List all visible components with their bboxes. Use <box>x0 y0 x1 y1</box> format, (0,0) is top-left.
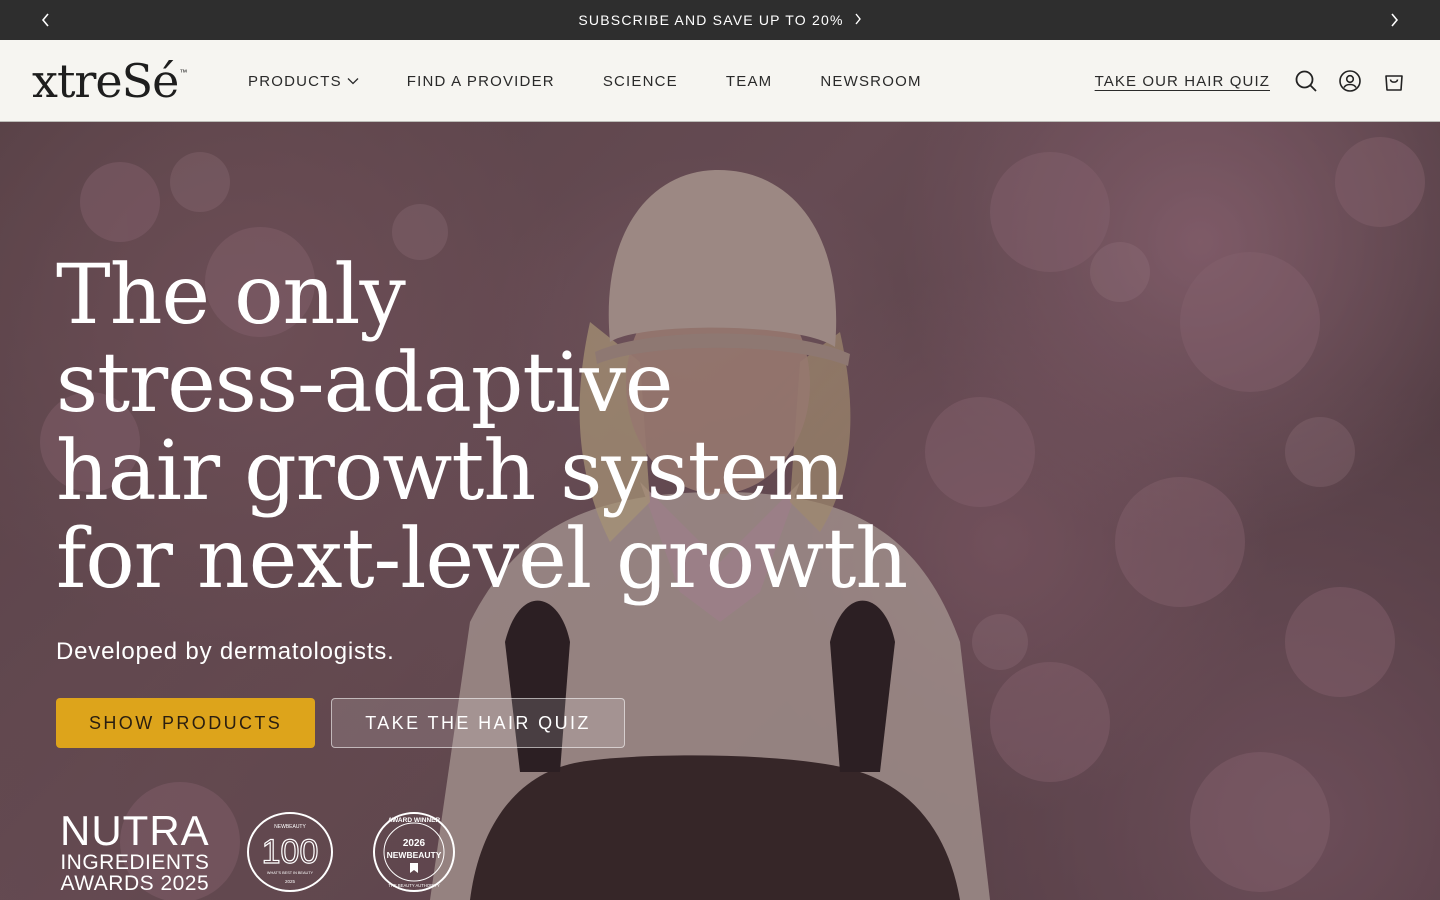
announcement-bar: SUBSCRIBE AND SAVE UP TO 20% <box>0 0 1440 40</box>
hero-title-line: The only <box>56 248 406 343</box>
awards-row: NUTRA INGREDIENTS AWARDS 2025 NEWBEAUTY … <box>60 810 458 894</box>
take-hair-quiz-link[interactable]: TAKE OUR HAIR QUIZ <box>1095 40 1270 122</box>
newbeauty-award-winner-badge: AWARD WINNER 2026 NEWBEAUTY THE BEAUTY A… <box>372 812 455 892</box>
hero-title: The only stress-adaptive hair growth sys… <box>56 248 908 607</box>
cart-icon <box>1385 75 1403 91</box>
logo-trademark: ™ <box>179 68 188 77</box>
chevron-down-icon <box>347 78 359 85</box>
newbeauty-100-bottom: WHAT'S BEST IN BEAUTY <box>267 871 314 875</box>
nav-products[interactable]: PRODUCTS <box>248 73 359 90</box>
award-winner-ring-bottom: THE BEAUTY AUTHORITY <box>388 883 440 888</box>
take-hair-quiz-button[interactable]: TAKE THE HAIR QUIZ <box>331 698 625 748</box>
nav-team[interactable]: TEAM <box>726 73 772 90</box>
newbeauty-100-badge: NEWBEAUTY 100 WHAT'S BEST IN BEAUTY 2025 <box>246 812 333 892</box>
logo-wordmark: xtreSé <box>32 54 179 108</box>
site-header: xtreSé ™ PRODUCTS FIND A PROVIDER SCIENC… <box>0 40 1440 122</box>
hero-title-line: for next-level growth <box>56 512 908 607</box>
nutra-ingredients-award: NUTRA INGREDIENTS AWARDS 2025 <box>60 807 210 895</box>
announcement-message[interactable]: SUBSCRIBE AND SAVE UP TO 20% <box>0 0 1440 40</box>
award-nutra-line: INGREDIENTS <box>60 851 210 874</box>
show-products-button[interactable]: SHOW PRODUCTS <box>56 698 316 748</box>
nav-find-a-provider[interactable]: FIND A PROVIDER <box>407 73 555 90</box>
header-actions <box>1294 40 1406 122</box>
hero-section: The only stress-adaptive hair growth sys… <box>0 122 1440 900</box>
award-winner-ring: AWARD WINNER <box>387 817 440 824</box>
account-icon <box>1339 70 1361 92</box>
logo[interactable]: xtreSé ™ <box>32 56 187 106</box>
cart-button[interactable] <box>1382 69 1406 93</box>
hero-title-line: stress-adaptive <box>56 336 673 431</box>
chevron-right-icon <box>855 13 861 25</box>
nav-products-label: PRODUCTS <box>248 72 342 90</box>
award-winner-year: 2026 <box>403 838 426 849</box>
announcement-text: SUBSCRIBE AND SAVE UP TO 20% <box>578 12 844 28</box>
nav-newsroom[interactable]: NEWSROOM <box>820 73 921 90</box>
newbeauty-100-top: NEWBEAUTY <box>274 824 306 830</box>
hero-title-line: hair growth system <box>56 424 845 519</box>
newbeauty-100-number: 100 <box>261 833 318 871</box>
hero-subtitle: Developed by dermatologists. <box>56 638 395 665</box>
nav-science[interactable]: SCIENCE <box>603 73 678 90</box>
main-nav: PRODUCTS FIND A PROVIDER SCIENCE TEAM NE… <box>248 40 970 122</box>
award-nutra-line: NUTRA <box>60 807 210 854</box>
bookmark-icon <box>409 863 418 873</box>
hero-content: The only stress-adaptive hair growth sys… <box>56 248 908 748</box>
announcement-next-button[interactable] <box>1374 0 1414 40</box>
search-icon <box>1295 70 1317 92</box>
award-winner-brand: NEWBEAUTY <box>386 850 441 860</box>
account-button[interactable] <box>1338 69 1362 93</box>
chevron-right-icon <box>1391 13 1399 27</box>
search-button[interactable] <box>1294 69 1318 93</box>
award-nutra-line: AWARDS 2025 <box>60 872 210 895</box>
newbeauty-100-year: 2025 <box>285 879 296 884</box>
hero-buttons: SHOW PRODUCTS TAKE THE HAIR QUIZ <box>56 698 907 748</box>
